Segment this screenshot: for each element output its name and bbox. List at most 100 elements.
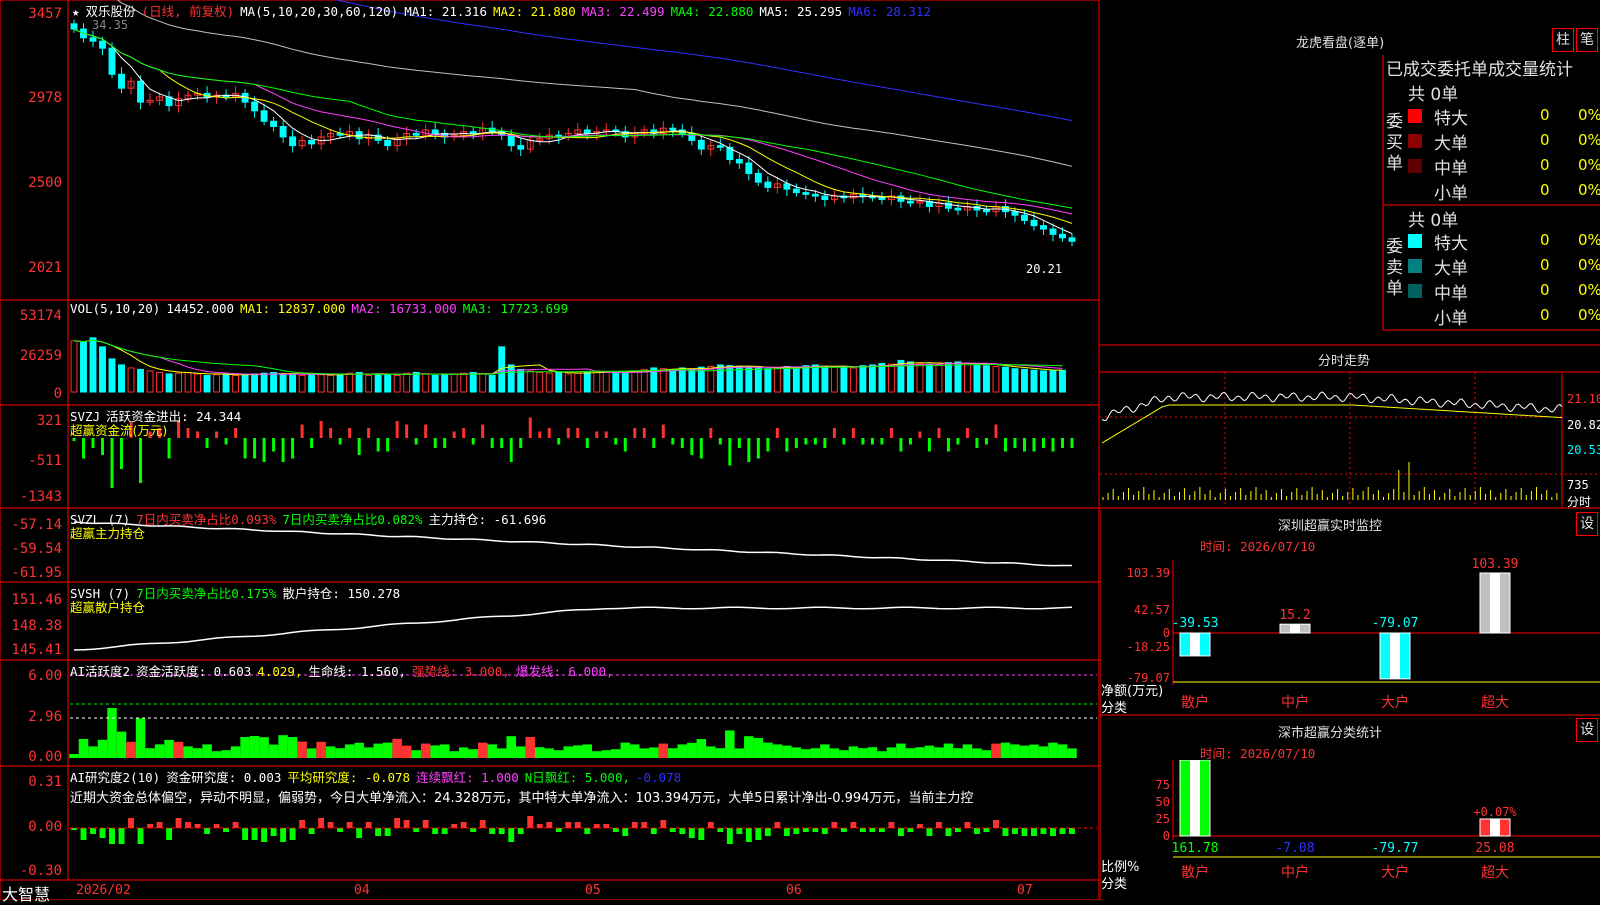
ai-research-bar [470,828,477,832]
ai-activity-bar [962,744,973,758]
volume-bar [878,362,886,393]
svzj-bar [367,428,371,438]
vol-params[interactable]: VOL(5,10,20) [70,301,160,316]
ai-research-bar [299,820,306,828]
bar-view-button[interactable]: 柱 [1552,28,1574,52]
candle-body [1011,211,1019,216]
order-row-count: 0 [1540,106,1550,124]
ai2-c: 连续飘红: 1.000 [416,770,519,785]
ai-activity-bar [477,742,488,758]
volume-bar [992,365,1000,393]
svzj-bar [139,438,143,483]
monitor-bar-value: -79.07 [1372,616,1419,631]
intraday-price-low: 20.53 [1567,443,1600,457]
ai-activity-bar [69,754,79,758]
ai-activity-bar [1010,744,1020,758]
ai-research-bar [698,828,705,840]
svzj-bar [376,438,380,452]
svzj-bar [481,424,485,438]
monitor-settings-button[interactable]: 设 [1576,512,1598,536]
volume-bar [450,373,458,393]
ai-activity-bar [905,748,916,758]
svzj-bar [842,438,846,445]
candle-body [1059,233,1066,239]
ai-research-bar [308,828,315,834]
stock-name[interactable]: 双乐股份 [86,4,136,19]
volume-bar [678,367,686,393]
ai1-name[interactable]: AI活跃度2 [70,664,130,679]
volume-bar [184,371,192,393]
classify-bar-highlight [1490,818,1500,836]
ai-research-bar [926,828,933,836]
svzj-bar [775,428,779,438]
candle-body [431,129,439,134]
star-icon[interactable]: ★ [72,4,80,19]
ai-activity-bar [268,744,279,758]
ai-research-bar [850,822,857,828]
ai-research-bar [878,828,885,832]
order-row-percent: 0% [1578,106,1600,124]
ai-research-bar [1012,828,1018,834]
ai-activity-bar [1000,742,1011,758]
ma-params[interactable]: MA(5,10,20,30,60,120) [240,4,398,19]
classify-bar-highlight [1190,760,1200,836]
svzj-sub: 超赢资金流(万元) [70,423,168,438]
ai-research-bar [546,822,553,828]
ai-research-bar [318,818,325,828]
ai-activity-bar [439,744,450,758]
monitor-bar-highlight [1190,633,1200,656]
ai-research-bar [622,828,629,836]
ai-activity-bar [1019,745,1030,758]
volume-bar [621,372,629,393]
monitor-bar-highlight [1290,624,1300,633]
ai-research-bar [413,828,420,832]
candle-body [669,127,677,131]
svzj-bar [300,424,304,438]
tick-view-button[interactable]: 笔 [1576,28,1598,52]
classify-bar-value: -79.77 [1372,841,1419,856]
volume-bar [716,364,724,393]
ai-activity-bar [525,737,535,758]
volume-bar [127,367,135,393]
candle-body [289,136,297,147]
period-label[interactable]: (日线, 前复权) [142,4,235,19]
svzj-bar [310,438,314,448]
ai-activity-bar [858,748,868,758]
volume-bars [70,337,1066,393]
svzl-line [73,521,1072,567]
ai2-name[interactable]: AI研究度2(10) [70,770,160,785]
svzj-bar [110,438,114,488]
monitor-bar-label: 大户 [1381,694,1409,711]
volume-bar [251,373,259,393]
volume-bar [260,372,268,393]
classify-settings-button[interactable]: 设 [1576,718,1598,742]
intraday-title: 分时走势 [1318,354,1371,369]
ai-activity-bar [183,746,193,758]
ai-research-bar [1059,828,1066,834]
volume-bar [821,365,829,393]
candle-body [583,129,591,134]
monitor-y-tick: 42.57 [1134,603,1170,617]
volume-bar [944,362,952,393]
volume-bar [308,373,316,393]
main-chart-area[interactable] [0,0,1100,900]
x-tick: 07 [1017,883,1033,898]
volume-bar [859,365,867,393]
volume-bar [631,370,639,393]
ai-research-bar [517,828,524,834]
svzj-bar [281,438,285,462]
intraday-chart[interactable] [1100,372,1600,508]
y-tick: -511 [28,453,62,469]
ai-activity-bar [259,737,269,758]
candle-body [716,145,724,148]
ai-research-bar [128,818,134,828]
candle-body [469,131,477,134]
order-row-percent: 0% [1578,181,1600,199]
ai-research-bar [812,828,819,832]
y-tick: 0 [53,386,62,402]
ai-activity-bar [630,744,640,758]
intraday-price-line [1101,391,1563,422]
ai-activity-bar [487,744,497,758]
volume-bar [165,373,173,393]
ai-activity-bar [116,731,127,758]
